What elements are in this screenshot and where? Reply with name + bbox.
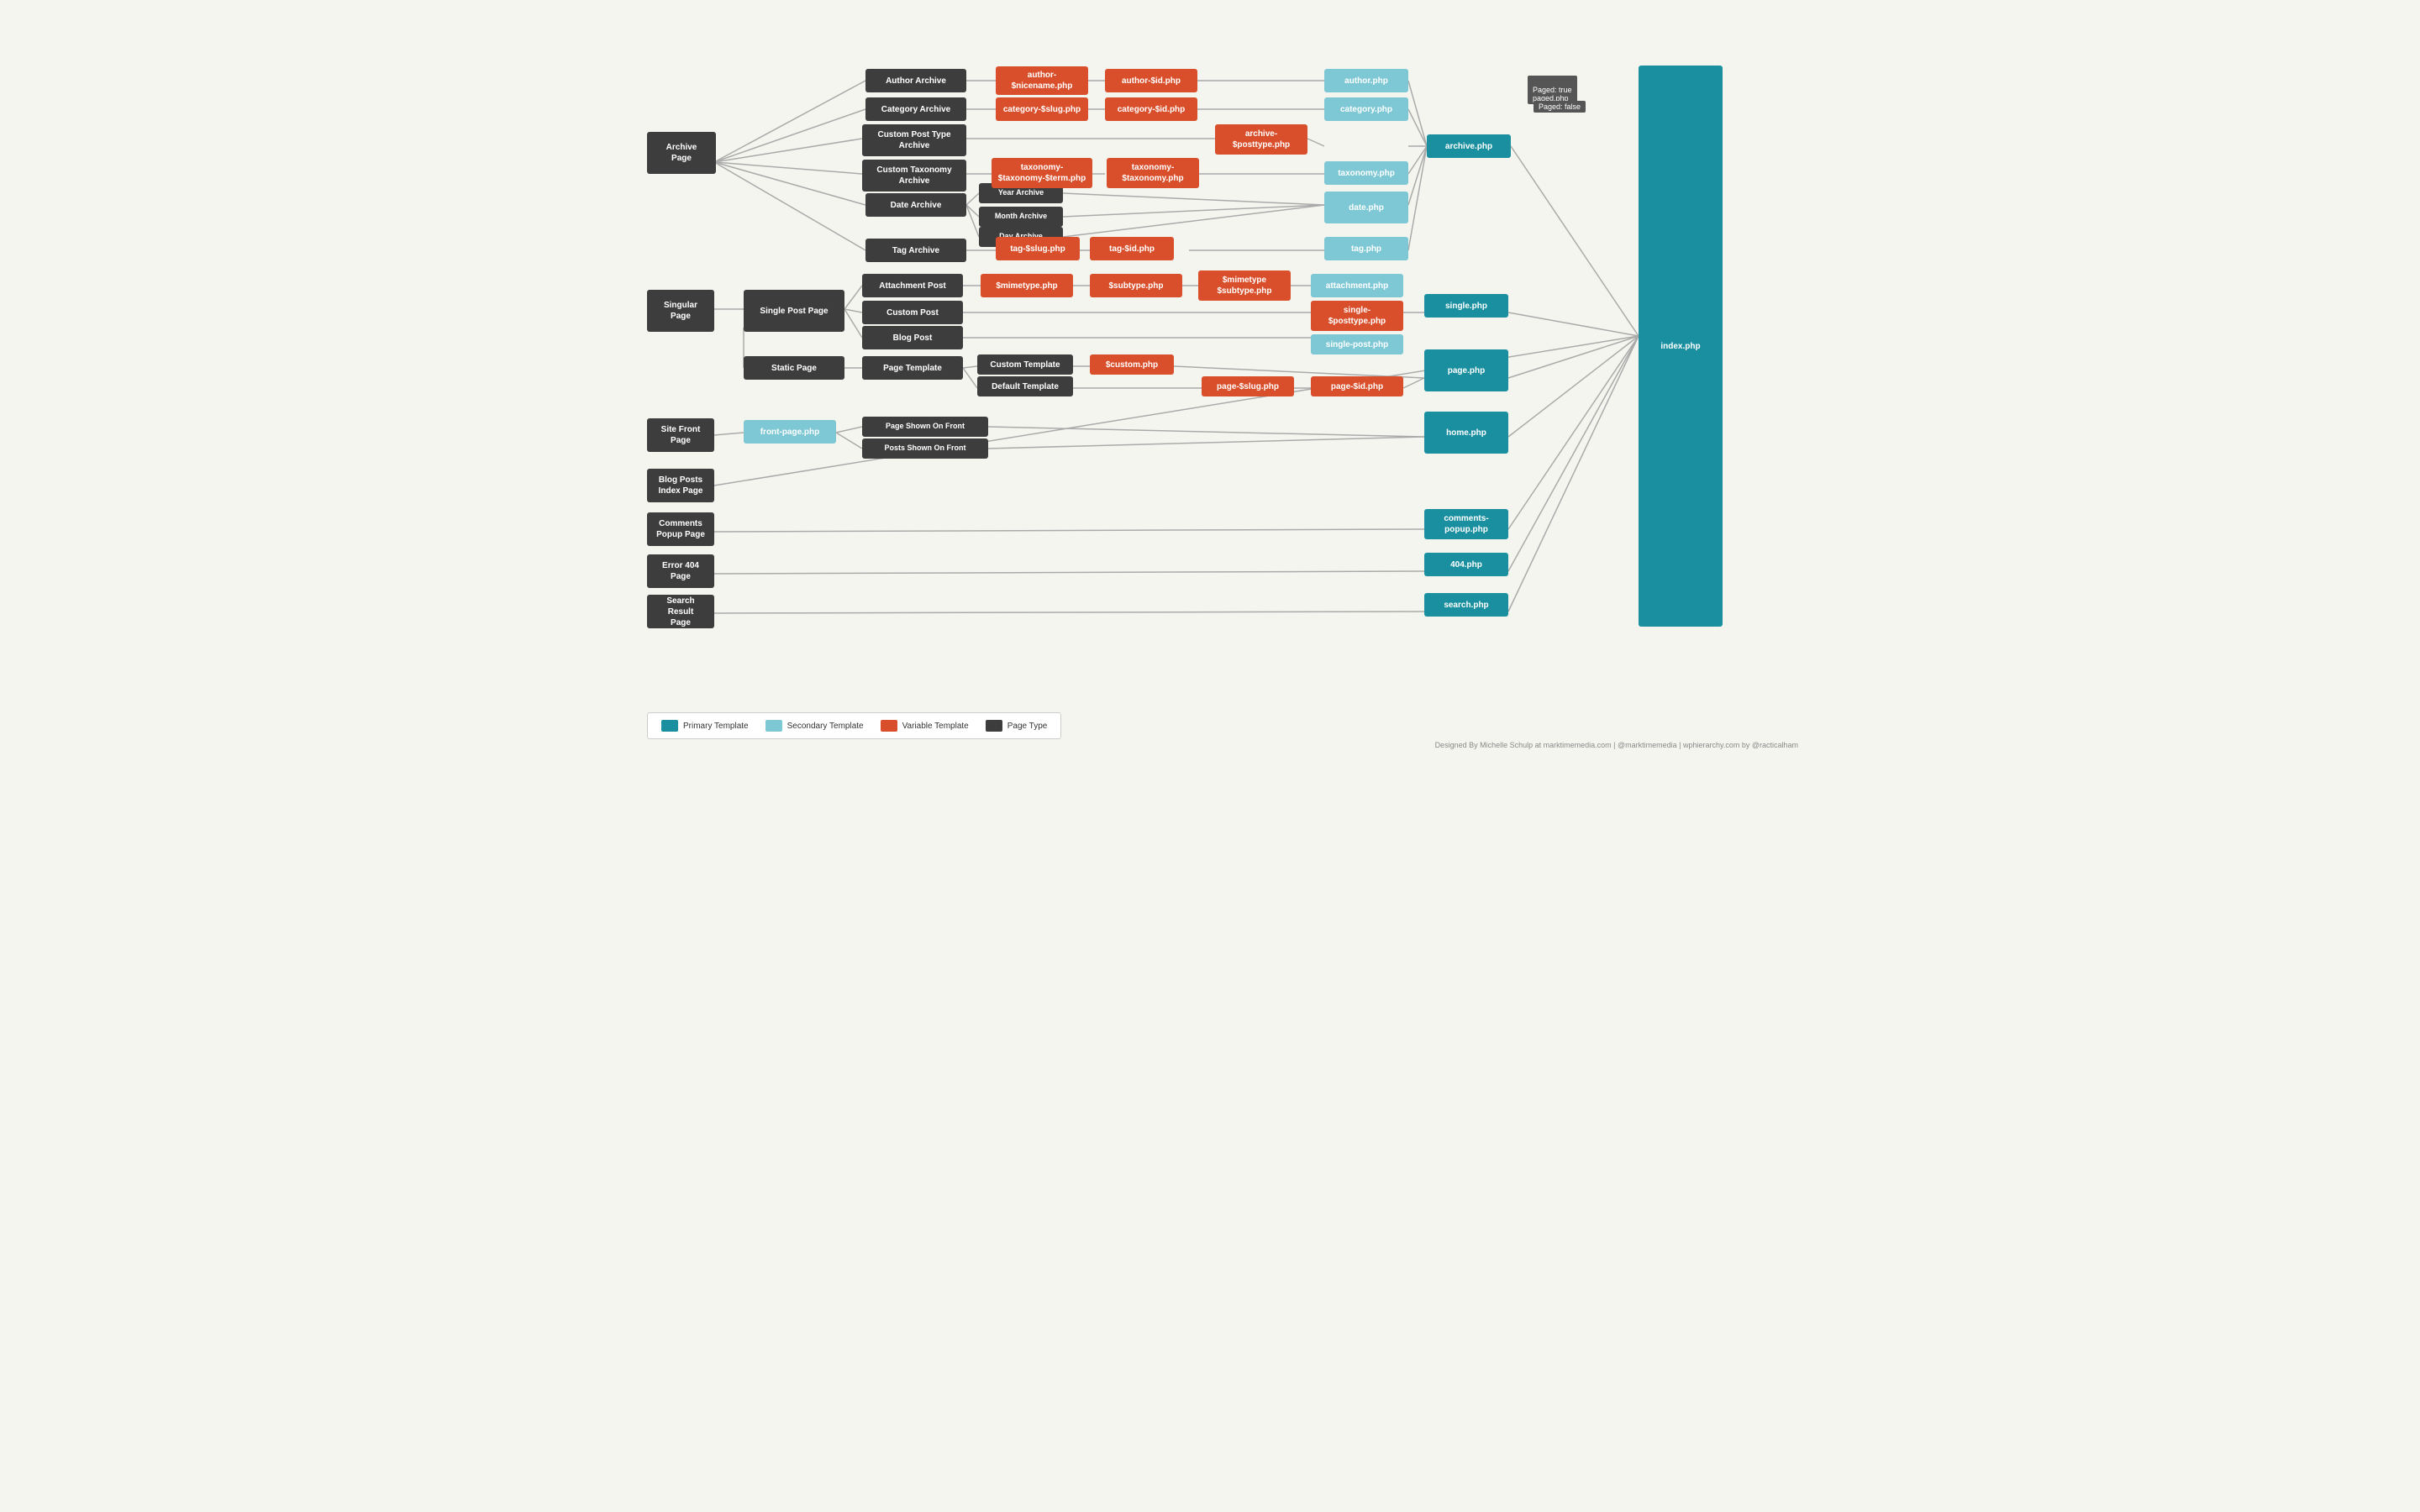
blog-posts-index-node: Blog Posts Index Page [647, 469, 714, 502]
variable-color-swatch [881, 720, 897, 732]
single-post-page-node: Single Post Page [744, 290, 844, 332]
archive-php-node: archive.php [1427, 134, 1511, 158]
index-php-node: index.php [1639, 66, 1723, 627]
attachment-php-node: attachment.php [1311, 274, 1403, 297]
site-front-page-node: Site Front Page [647, 418, 714, 452]
page-template-node: Page Template [862, 356, 963, 380]
single-posttype-node: single- $posttype.php [1311, 301, 1403, 331]
legend-secondary: Secondary Template [765, 720, 864, 732]
custom-post-node: Custom Post [862, 301, 963, 324]
comments-popup-node: Comments Popup Page [647, 512, 714, 546]
legend-variable: Variable Template [881, 720, 969, 732]
error-404-page-node: Error 404 Page [647, 554, 714, 588]
taxonomy-php2-node: taxonomy.php [1324, 161, 1408, 185]
legend-primary: Primary Template [661, 720, 749, 732]
paged-false-label: Paged: false [1534, 101, 1586, 113]
comments-popup-php-node: comments- popup.php [1424, 509, 1508, 539]
page-wrapper: Archive Page Author Archive Category Arc… [605, 0, 1815, 756]
month-archive-node: Month Archive [979, 207, 1063, 227]
author-id-node: author-$id.php [1105, 69, 1197, 92]
cpt-archive-node: Custom Post Type Archive [862, 124, 966, 156]
category-slug-node: category-$slug.php [996, 97, 1088, 121]
tag-slug-node: tag-$slug.php [996, 237, 1080, 260]
error-404-php-node: 404.php [1424, 553, 1508, 576]
custom-tax-archive-node: Custom Taxonomy Archive [862, 160, 966, 192]
taxonomy-php-node: taxonomy- $taxonomy.php [1107, 158, 1199, 188]
taxonomy-term-node: taxonomy- $taxonomy-$term.php [992, 158, 1092, 188]
page-id-node: page-$id.php [1311, 376, 1403, 396]
archive-page-node: Archive Page [647, 132, 716, 174]
tag-id-node: tag-$id.php [1090, 237, 1174, 260]
custom-template-node: Custom Template [977, 354, 1073, 375]
attachment-post-node: Attachment Post [862, 274, 963, 297]
default-template-node: Default Template [977, 376, 1073, 396]
page-php-node: page.php [1424, 349, 1508, 391]
category-id-node: category-$id.php [1105, 97, 1197, 121]
blog-post-node: Blog Post [862, 326, 963, 349]
mimetype-subtype-node: $mimetype $subtype.php [1198, 270, 1291, 301]
single-php-node: single.php [1424, 294, 1508, 318]
static-page-node: Static Page [744, 356, 844, 380]
page-slug-node: page-$slug.php [1202, 376, 1294, 396]
page-type-color-swatch [986, 720, 1002, 732]
date-php-node: date.php [1324, 192, 1408, 223]
mimetype-node: $mimetype.php [981, 274, 1073, 297]
primary-color-swatch [661, 720, 678, 732]
custom-php-node: $custom.php [1090, 354, 1174, 375]
author-nicename-node: author- $nicename.php [996, 66, 1088, 95]
home-php-node: home.php [1424, 412, 1508, 454]
date-archive-node: Date Archive [865, 193, 966, 217]
search-result-page-node: Search Result Page [647, 595, 714, 628]
paged-true-label: Paged: true paged.php [1528, 76, 1577, 104]
secondary-color-swatch [765, 720, 782, 732]
legend: Primary Template Secondary Template Vari… [647, 712, 1061, 739]
legend-page-type: Page Type [986, 720, 1048, 732]
tag-php-node: tag.php [1324, 237, 1408, 260]
search-php-node: search.php [1424, 593, 1508, 617]
front-page-php-node: front-page.php [744, 420, 836, 444]
footer-credit: Designed By Michelle Schulp at marktimem… [1435, 741, 1798, 749]
category-archive-node: Category Archive [865, 97, 966, 121]
archive-posttype-node: archive- $posttype.php [1215, 124, 1307, 155]
tag-archive-node: Tag Archive [865, 239, 966, 262]
category-php-node: category.php [1324, 97, 1408, 121]
singular-page-node: Singular Page [647, 290, 714, 332]
author-archive-node: Author Archive [865, 69, 966, 92]
posts-shown-on-front-node: Posts Shown On Front [862, 438, 988, 459]
author-php-node: author.php [1324, 69, 1408, 92]
single-post-php-node: single-post.php [1311, 334, 1403, 354]
page-shown-on-front-node: Page Shown On Front [862, 417, 988, 437]
subtype-node: $subtype.php [1090, 274, 1182, 297]
